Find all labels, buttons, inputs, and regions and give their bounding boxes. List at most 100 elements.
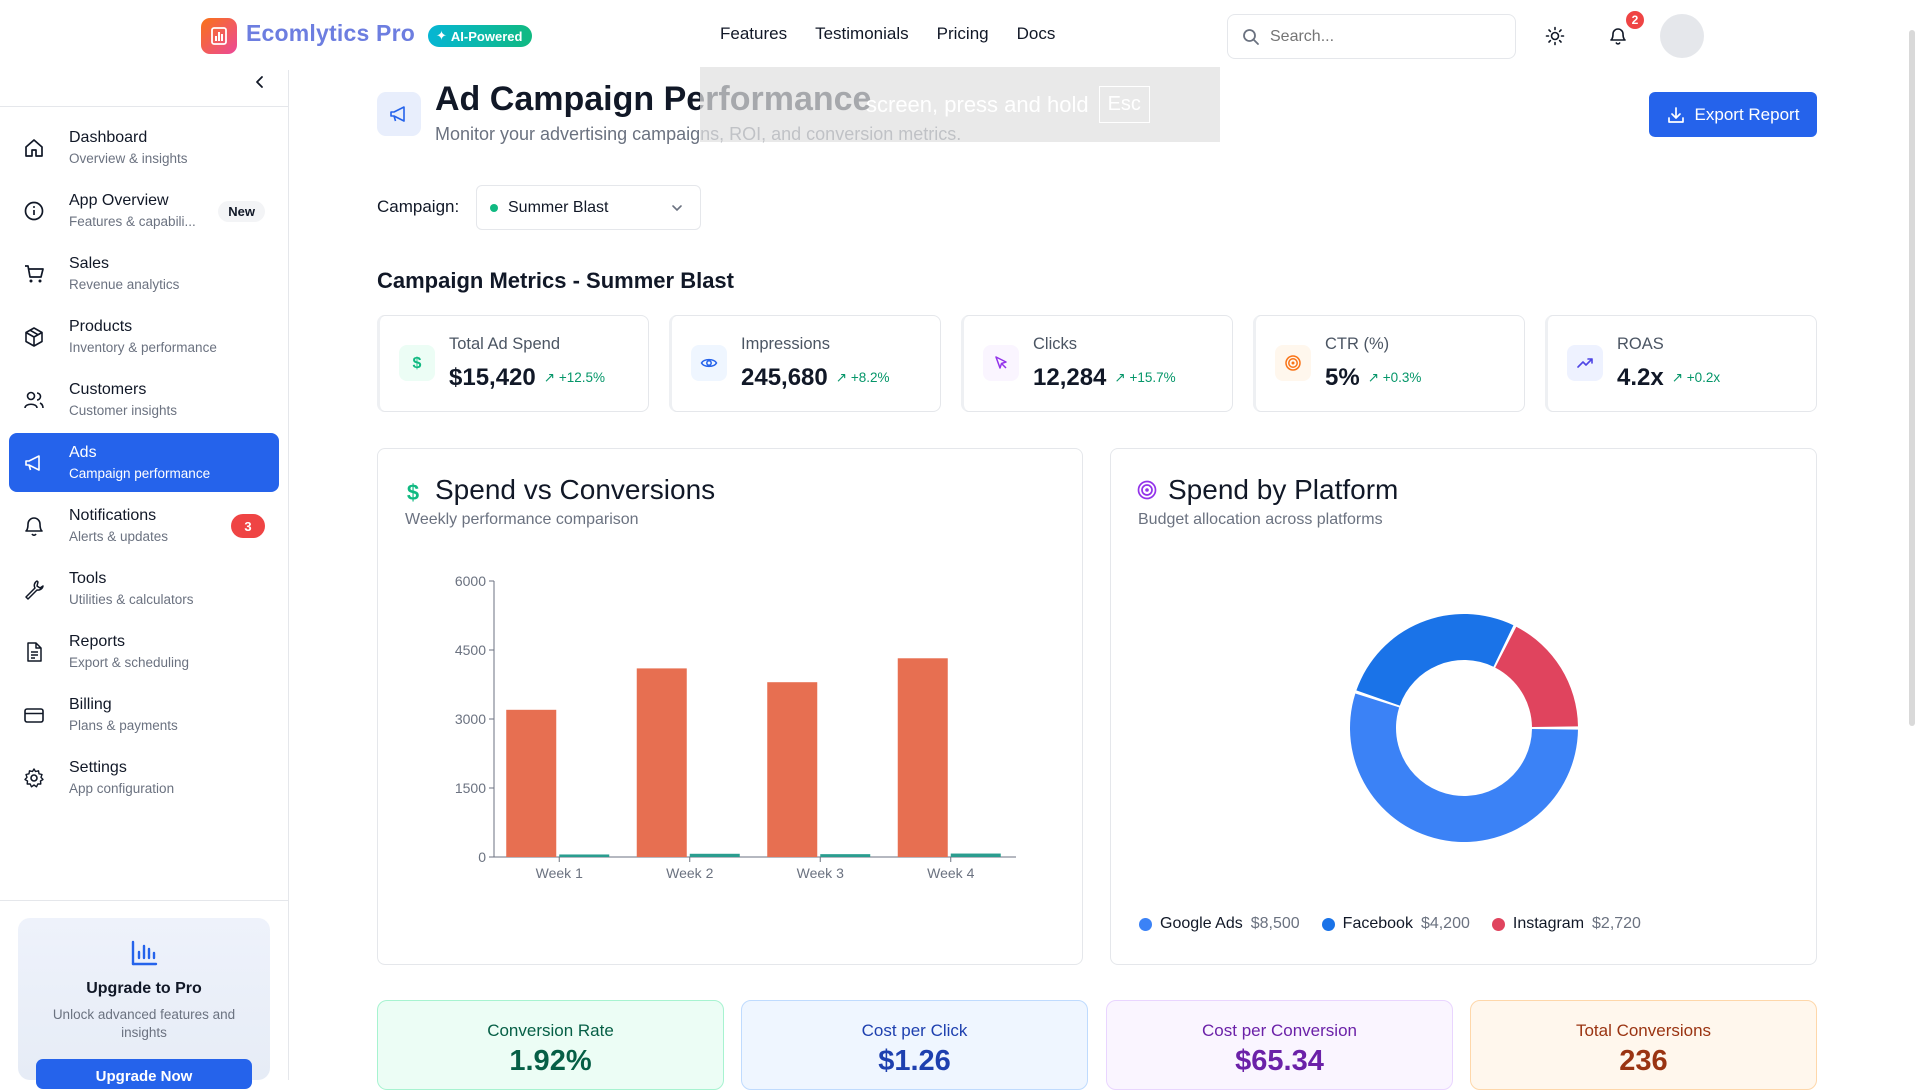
sidebar-item-dashboard[interactable]: Dashboard Overview & insights [9,118,279,177]
kpi-value: $1.26 [878,1045,951,1077]
search-icon [1242,28,1260,46]
logo-icon[interactable] [201,18,237,54]
sidebar-item-sales[interactable]: Sales Revenue analytics [9,244,279,303]
scrollbar-thumb[interactable] [1909,30,1915,726]
x-tick-label: Week 4 [927,865,974,881]
metric-change: +15.7% [1129,370,1176,385]
search-input[interactable] [1270,27,1490,46]
target-icon [1275,345,1311,381]
metrics-title: Campaign Metrics - Summer Blast [377,268,734,293]
legend-item-instagram[interactable]: Instagram $2,720 [1491,915,1641,933]
sidebar-item-sub: Inventory & performance [69,340,217,355]
bell-icon [22,514,46,538]
campaign-selected-value: Summer Blast [508,198,609,216]
nav-testimonials[interactable]: Testimonials [815,24,909,44]
metric-change: +12.5% [558,370,605,385]
arrow-up-right-icon: ↗ [1671,370,1687,385]
metric-change: +0.2x [1686,370,1721,385]
export-report-label: Export Report [1694,104,1800,124]
brand-name[interactable]: Ecomlytics Pro [246,20,415,47]
campaign-select[interactable]: Summer Blast [476,185,701,230]
legend-value: $4,200 [1420,915,1470,932]
chevron-left-icon [253,75,267,89]
export-report-button[interactable]: Export Report [1649,92,1817,137]
y-tick-label: 1500 [455,780,486,796]
cart-icon [22,262,46,286]
avatar[interactable] [1660,14,1704,58]
gear-icon [22,766,46,790]
kpi-value: 236 [1619,1045,1668,1077]
sidebar-item-sub: Utilities & calculators [69,592,194,607]
metric-value: 5% [1325,364,1360,391]
bar[interactable] [559,854,610,857]
card-icon [22,703,46,727]
fullscreen-overlay-hint: screen, press and hold Esc [700,67,1220,142]
legend-item-facebook[interactable]: Facebook $4,200 [1321,915,1470,933]
sidebar-item-tools[interactable]: Tools Utilities & calculators [9,559,279,618]
sidebar-item-notifications[interactable]: Notifications Alerts & updates 3 [9,496,279,555]
kpi-label: Conversion Rate [487,1021,614,1040]
sidebar-item-reports[interactable]: Reports Export & scheduling [9,622,279,681]
donut-slice[interactable] [1356,614,1514,706]
metric-card-ctr: CTR (%) 5% ↗ +0.3% [1253,315,1525,412]
donut-chart [1350,614,1578,842]
legend-dot [1139,917,1152,931]
spend-vs-conversions-panel: $ Spend vs Conversions Weekly performanc… [377,448,1083,965]
metric-card-roas: ROAS 4.2x ↗ +0.2x [1545,315,1817,412]
metric-label: Impressions [741,335,830,353]
sidebar-item-sub: App configuration [69,781,175,796]
sidebar-item-label: Sales [69,255,110,272]
y-tick-label: 0 [478,849,486,865]
nav-pricing[interactable]: Pricing [937,24,989,44]
metric-label: CTR (%) [1325,335,1390,353]
svg-text:$: $ [413,355,422,372]
bar[interactable] [767,682,818,857]
sidebar-item-customers[interactable]: Customers Customer insights [9,370,279,429]
arrow-up-right-icon: ↗ [1114,370,1130,385]
bar[interactable] [820,854,871,857]
sidebar-item-settings[interactable]: Settings App configuration [9,748,279,807]
trend-icon [1567,345,1603,381]
sidebar-item-label: Products [69,318,133,335]
metric-card-impressions: Impressions 245,680 ↗ +8.2% [669,315,941,412]
sidebar-item-sub: Export & scheduling [69,655,190,670]
sidebar-item-ads[interactable]: Ads Campaign performance [9,433,279,492]
bar[interactable] [636,668,687,857]
upgrade-now-button[interactable]: Upgrade Now [36,1059,252,1089]
sidebar-item-app-overview[interactable]: App Overview Features & capabili... New [9,181,279,240]
sidebar-item-label: Customers [69,381,147,398]
metric-card-total-ad-spend: $ Total Ad Spend $15,420 ↗ +12.5% [377,315,649,412]
sidebar-nav: Dashboard Overview & insights App Overvie… [9,118,279,811]
y-tick-label: 6000 [455,573,486,589]
sidebar-item-label: Notifications [69,507,157,524]
donut-slice[interactable] [1495,626,1578,728]
kpi-label: Total Conversions [1575,1021,1712,1040]
sidebar-item-label: Dashboard [69,129,148,146]
bar[interactable] [689,853,740,857]
theme-toggle-button[interactable] [1537,18,1573,54]
sidebar-item-sub: Campaign performance [69,466,211,481]
bar[interactable] [506,709,557,857]
eye-icon [691,345,727,381]
bar[interactable] [897,658,948,857]
bar-chart-icon [18,938,270,968]
kpi-card-cost-per-conversion: Cost per Conversion $65.34 [1106,1000,1453,1090]
legend-dot [1491,917,1505,931]
sidebar-item-billing[interactable]: Billing Plans & payments [9,685,279,744]
legend-value: $2,720 [1592,915,1641,932]
sidebar-item-label: Ads [69,444,97,461]
bar[interactable] [950,853,1001,857]
collapse-sidebar-button[interactable] [248,70,272,94]
nav-docs[interactable]: Docs [1017,24,1056,44]
sidebar-item-products[interactable]: Products Inventory & performance [9,307,279,366]
kpi-label: Cost per Conversion [1202,1021,1357,1040]
search-box[interactable] [1227,14,1516,59]
top-nav: Features Testimonials Pricing Docs [720,24,1055,44]
metric-change: +0.3% [1382,370,1422,385]
legend-item-google-ads[interactable]: Google Ads $8,500 [1139,915,1300,933]
kpi-label: Cost per Click [861,1021,968,1040]
kpi-value: $65.34 [1235,1045,1324,1077]
kpi-card-total-conversions: Total Conversions 236 [1470,1000,1817,1090]
sidebar-item-sub: Plans & payments [69,718,178,733]
nav-features[interactable]: Features [720,24,787,44]
